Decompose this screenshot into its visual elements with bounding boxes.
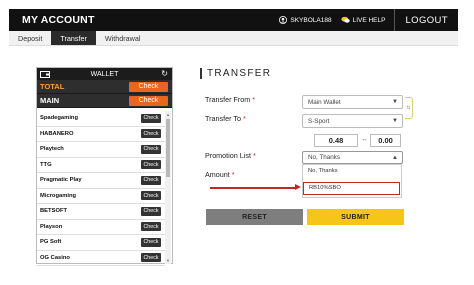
wallet-header: WALLET ↻ <box>37 68 172 80</box>
tab-deposit[interactable]: Deposit <box>9 31 51 45</box>
scroll-up-icon[interactable]: ▲ <box>166 112 170 117</box>
to-amount: 0.00 <box>370 134 401 147</box>
wallet-icon <box>40 71 50 78</box>
check-balance-button[interactable]: Check <box>141 237 161 247</box>
provider-name: Microgaming <box>40 192 77 199</box>
check-balance-button[interactable]: Check <box>141 129 161 139</box>
main-row: MAIN Check <box>37 94 172 108</box>
check-balance-button[interactable]: Check <box>141 222 161 232</box>
reset-button[interactable]: RESET <box>206 209 303 225</box>
user-menu[interactable]: SKYBOLA188 <box>279 16 332 24</box>
provider-name: TTG <box>40 161 52 168</box>
transfer-from-value: Main Wallet <box>308 98 341 106</box>
promotion-dropdown: No, Thanks RB10%SBO <box>302 164 402 198</box>
check-balance-button[interactable]: Check <box>141 175 161 185</box>
provider-row: Playson Check <box>37 220 165 235</box>
submit-button[interactable]: SUBMIT <box>307 209 404 225</box>
provider-name: PG Soft <box>40 239 62 246</box>
top-bar: MY ACCOUNT SKYBOLA188 LIVE HELP LOGOUT <box>9 9 458 31</box>
username: SKYBOLA188 <box>290 16 332 24</box>
provider-name: OG Casino <box>40 254 70 261</box>
provider-row: BETSOFT Check <box>37 204 165 220</box>
transfer-title: TRANSFER <box>200 68 271 79</box>
provider-name: Playson <box>40 223 63 230</box>
provider-row: Pragmatic Play Check <box>37 173 165 189</box>
provider-name: Pragmatic Play <box>40 177 82 184</box>
live-help-label: LIVE HELP <box>352 16 386 24</box>
amount-label: Amount * <box>205 170 235 179</box>
tab-transfer[interactable]: Transfer <box>51 31 96 45</box>
promotion-option[interactable]: No, Thanks <box>303 165 401 178</box>
promotion-select[interactable]: No, Thanks ▲ <box>302 151 403 164</box>
provider-name: Spadegaming <box>40 115 79 122</box>
swap-icon[interactable]: ⇅ <box>405 97 413 119</box>
transfer-from-select[interactable]: Main Wallet ▼ <box>302 95 403 109</box>
provider-row: Playtech Check <box>37 142 165 158</box>
logout-button[interactable]: LOGOUT <box>395 15 458 26</box>
promotion-value: No, Thanks <box>308 154 341 161</box>
total-label: TOTAL <box>40 82 65 91</box>
promotion-option-highlighted[interactable]: RB10%SBO <box>303 182 400 195</box>
transfer-to-select[interactable]: S-Sport ▼ <box>302 114 403 128</box>
annotation-arrow <box>210 184 301 190</box>
check-balance-button[interactable]: Check <box>141 144 161 154</box>
check-balance-button[interactable]: Check <box>141 206 161 216</box>
live-help-link[interactable]: LIVE HELP <box>340 16 386 24</box>
chevron-down-icon: ▼ <box>392 118 398 124</box>
wallet-panel: WALLET ↻ TOTAL Check MAIN Check Spadegam… <box>36 67 173 266</box>
tab-withdrawal[interactable]: Withdrawal <box>96 31 150 45</box>
refresh-icon[interactable]: ↻ <box>161 69 168 78</box>
chevron-up-icon: ▲ <box>392 154 398 161</box>
provider-row: Microgaming Check <box>37 189 165 204</box>
provider-name: HABANERO <box>40 130 74 137</box>
check-total-button[interactable]: Check <box>129 81 168 92</box>
provider-row: TTG Check <box>37 158 165 173</box>
provider-list: Spadegaming Check HABANERO Check Playtech Che… <box>37 111 165 266</box>
provider-row: Spadegaming Check <box>37 111 165 127</box>
check-main-button[interactable]: Check <box>129 95 168 106</box>
provider-row: PG Soft Check <box>37 235 165 251</box>
account-tabs: Deposit Transfer Withdrawal <box>9 31 458 46</box>
transfer-to-value: S-Sport <box>308 117 330 125</box>
check-balance-button[interactable]: Check <box>141 191 161 201</box>
scrollbar-thumb[interactable] <box>166 119 170 177</box>
transfer-from-label: Transfer From * <box>205 95 256 104</box>
from-amount: 0.48 <box>314 134 358 147</box>
check-balance-button[interactable]: Check <box>141 113 161 123</box>
page-title: MY ACCOUNT <box>22 14 95 26</box>
main-label: MAIN <box>40 96 60 105</box>
transfer-arrow-icon: ↔ <box>361 136 368 143</box>
check-balance-button[interactable]: Check <box>141 253 161 263</box>
chevron-down-icon: ▼ <box>392 99 398 105</box>
scrollbar[interactable]: ▲ ▼ <box>165 111 171 264</box>
wallet-title: WALLET <box>90 70 119 78</box>
scroll-down-icon[interactable]: ▼ <box>166 258 170 263</box>
provider-row: OG Casino Check <box>37 251 165 266</box>
chat-icon <box>340 16 350 23</box>
check-balance-button[interactable]: Check <box>141 160 161 170</box>
provider-name: Playtech <box>40 146 64 153</box>
provider-row: HABANERO Check <box>37 127 165 142</box>
user-icon <box>279 16 288 24</box>
transfer-to-label: Transfer To * <box>205 114 246 123</box>
provider-name: BETSOFT <box>40 208 68 215</box>
promotion-list-label: Promotion List * <box>205 151 256 160</box>
total-row: TOTAL Check <box>37 80 172 94</box>
